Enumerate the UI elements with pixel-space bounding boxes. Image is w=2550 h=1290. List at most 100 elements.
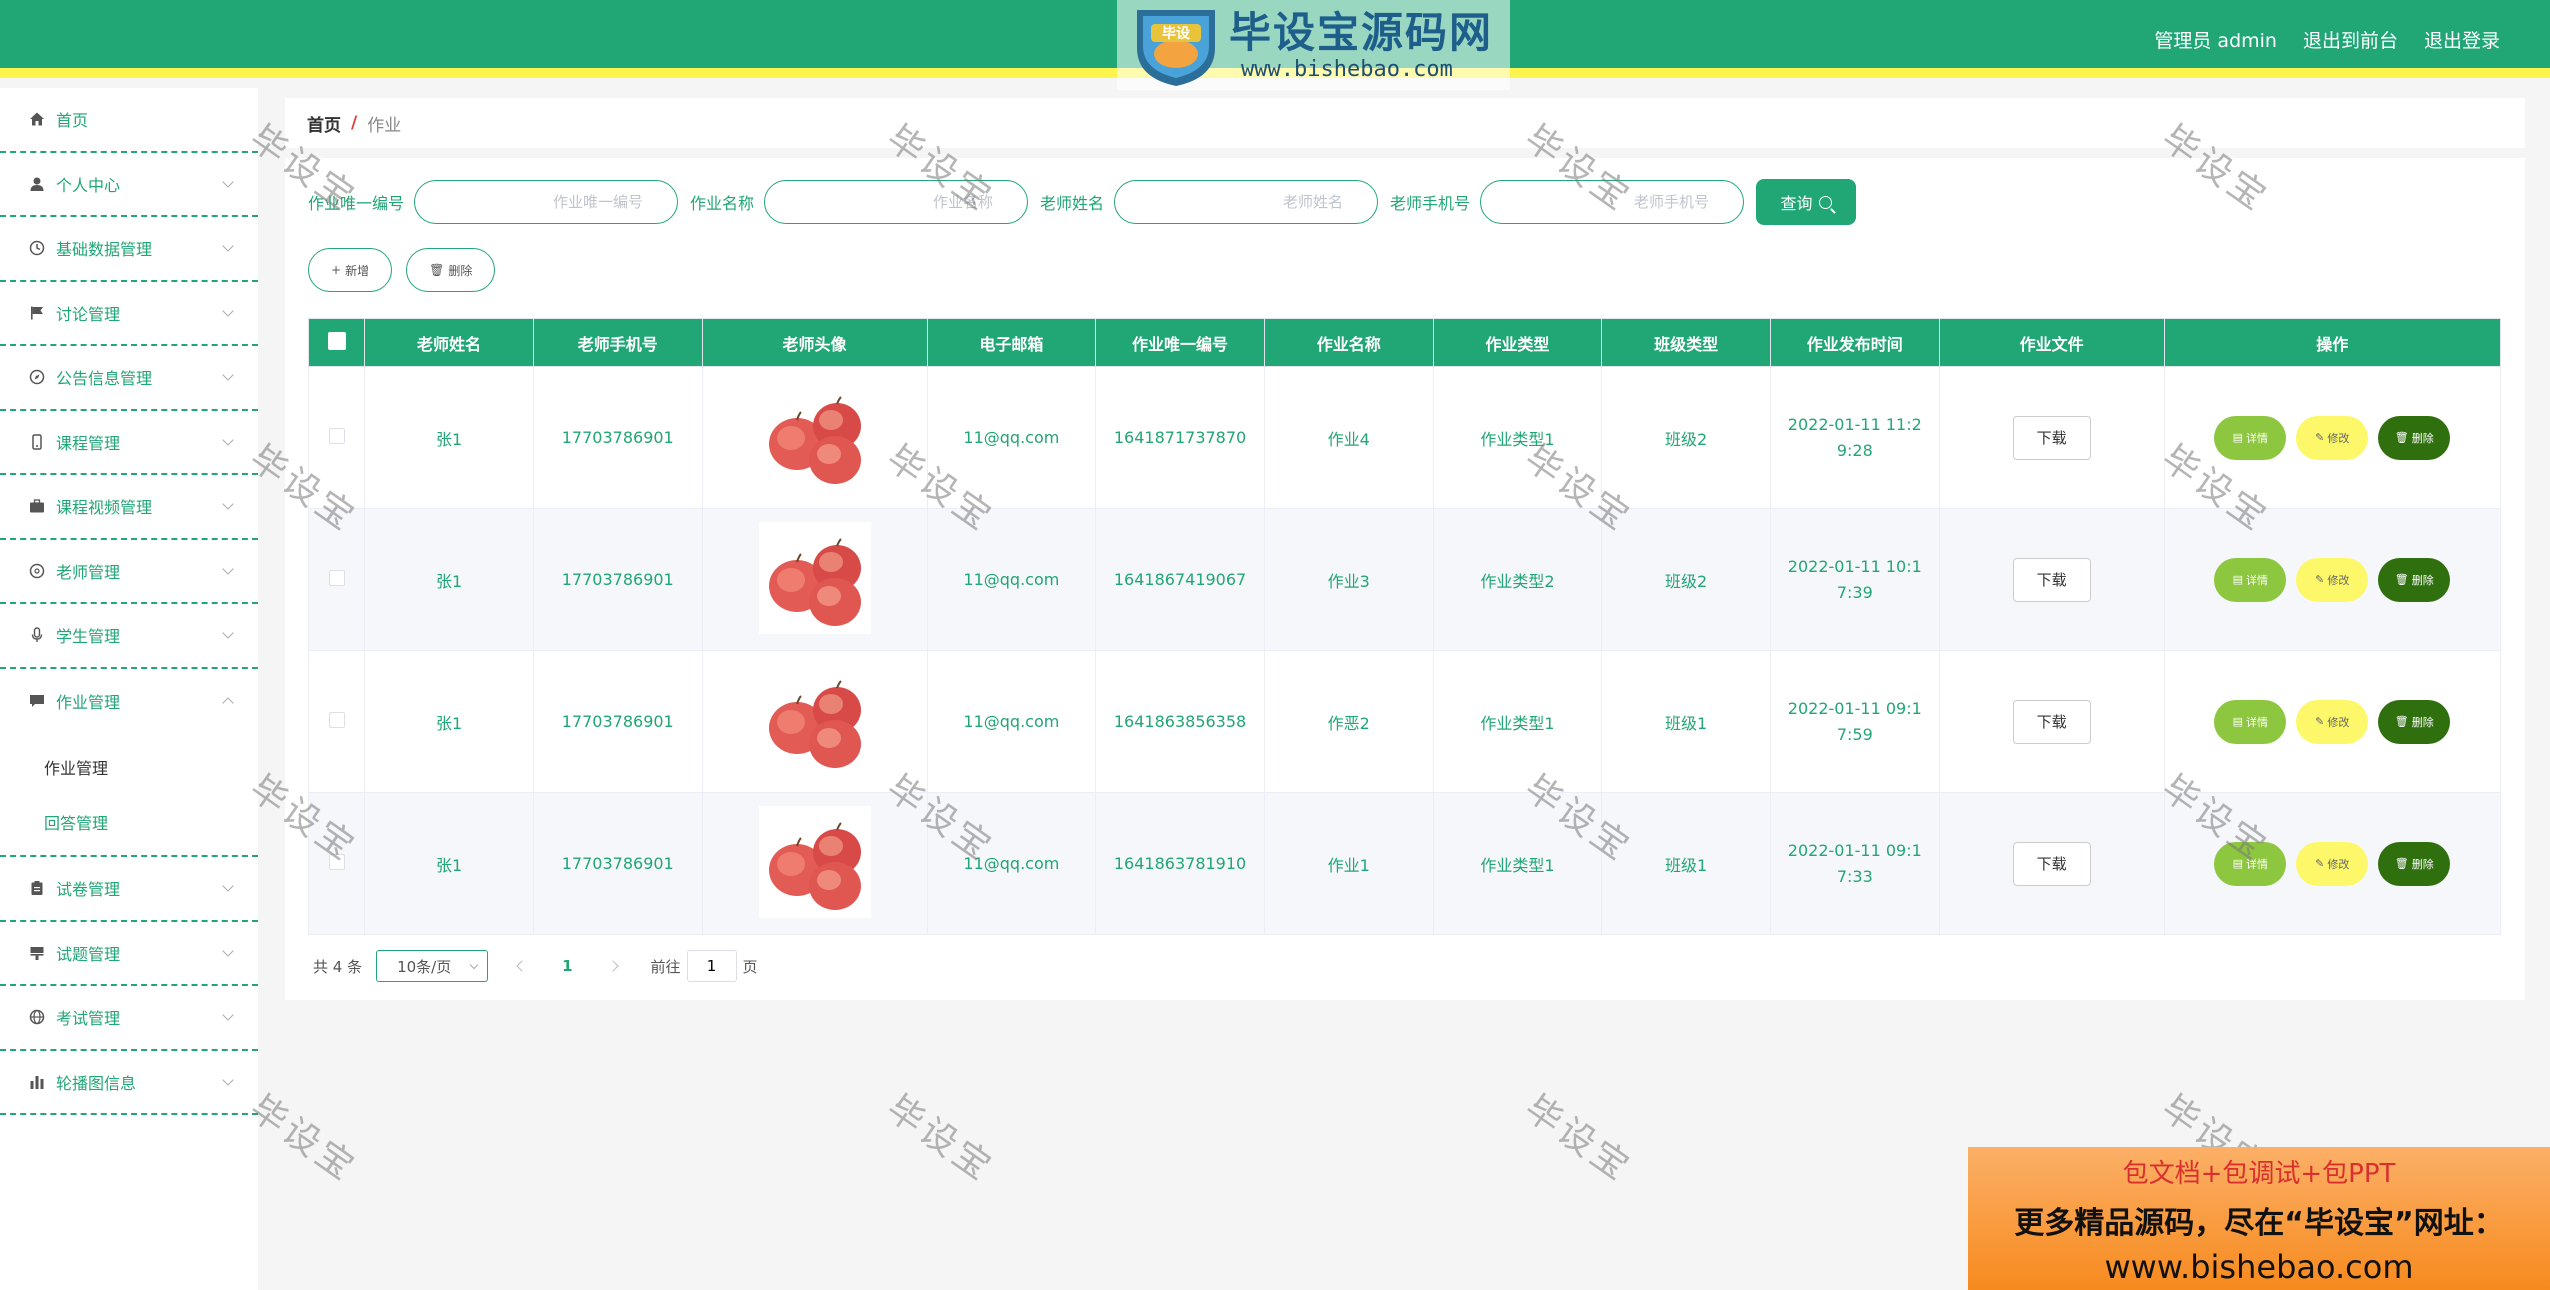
pencil-icon: ✎ (2315, 431, 2325, 444)
search-label-name: 作业名称 (690, 194, 755, 213)
sidebar-item-exam-paper[interactable]: 试卷管理 (0, 857, 258, 922)
add-button[interactable]: + 新增 (308, 248, 393, 292)
row-checkbox[interactable] (328, 711, 345, 728)
column-header: 班级类型 (1601, 318, 1771, 367)
shield-logo-icon: 毕设 (1129, 2, 1223, 88)
detail-label: 详情 (2245, 715, 2268, 729)
sidebar-item-exam[interactable]: 考试管理 (0, 986, 258, 1051)
homework-code-input[interactable] (414, 180, 679, 224)
sidebar-item-label: 老师管理 (56, 562, 121, 582)
chevron-down-icon (222, 880, 234, 892)
sidebar-item-course-video[interactable]: 课程视频管理 (0, 475, 258, 540)
clipboard-icon (28, 879, 46, 897)
pencil-icon: ✎ (2315, 573, 2325, 586)
cell-operations: ▤ 详情 ✎ 修改 🗑 删除 (2163, 508, 2502, 651)
logout-link[interactable]: 退出登录 (2424, 26, 2500, 53)
sidebar-item-label: 课程管理 (56, 433, 121, 453)
promo-banner[interactable]: 包文档+包调试+包PPT 更多精品源码，尽在“毕设宝”网址： www.bishe… (1968, 1147, 2550, 1290)
delete-row-button[interactable]: 🗑 删除 (2378, 415, 2451, 460)
delete-row-button[interactable]: 🗑 删除 (2378, 841, 2451, 886)
sidebar-item-homework[interactable]: 作业管理 (0, 669, 258, 734)
cell-homework-name: 作业4 (1263, 366, 1434, 509)
edit-button[interactable]: ✎ 修改 (2296, 415, 2369, 460)
sidebar-item-discussion[interactable]: 讨论管理 (0, 282, 258, 346)
table-row: 张1 17703786901 11@qq.com 1641863781910 作… (307, 792, 2502, 935)
teacher-phone-input[interactable] (1480, 180, 1745, 224)
select-all-checkbox[interactable] (327, 331, 346, 350)
cell-teacher-avatar (701, 508, 928, 651)
submenu-item-homework[interactable]: 作业管理 (0, 739, 258, 794)
sidebar: 首页 个人中心 基础数据管理 讨论管理 公告信息管理 课程管理 课程视频管理 老… (0, 88, 258, 1290)
search-form: 作业唯一编号 作业名称 老师姓名 老师手机号 查询 (308, 179, 1857, 225)
trash-icon: 🗑 (2394, 573, 2409, 586)
download-button[interactable]: 下载 (2012, 841, 2091, 886)
column-header: 作业名称 (1263, 318, 1434, 367)
brand-url: www.bishebao.com (1241, 57, 1453, 82)
cell-teacher-name: 张1 (364, 366, 534, 509)
cell-homework-file: 下载 (1938, 366, 2165, 509)
next-page-icon[interactable] (606, 960, 619, 972)
edit-button[interactable]: ✎ 修改 (2296, 841, 2369, 886)
row-checkbox[interactable] (328, 853, 345, 870)
cell-homework-name: 作恶2 (1263, 650, 1434, 793)
sidebar-item-carousel[interactable]: 轮播图信息 (0, 1051, 258, 1115)
page-number-current[interactable]: 1 (562, 957, 572, 975)
frontend-link[interactable]: 退出到前台 (2303, 26, 2398, 53)
prev-page-icon[interactable] (516, 960, 528, 972)
homework-submenu: 作业管理 回答管理 (0, 733, 258, 857)
row-checkbox[interactable] (328, 569, 345, 586)
download-button[interactable]: 下载 (2012, 415, 2091, 460)
breadcrumb-separator: / (351, 113, 358, 133)
goto-page-input[interactable] (686, 950, 737, 982)
trash-icon: 🗑 (2394, 431, 2409, 444)
delete-button[interactable]: 🗑 删除 (406, 248, 496, 292)
delete-row-button[interactable]: 🗑 删除 (2378, 557, 2451, 602)
sidebar-item-questions[interactable]: 试题管理 (0, 922, 258, 986)
cell-teacher-phone: 17703786901 (532, 650, 703, 793)
cell-homework-type: 作业类型1 (1432, 792, 1603, 935)
sidebar-item-student[interactable]: 学生管理 (0, 604, 258, 669)
sidebar-item-personal-center[interactable]: 个人中心 (0, 153, 258, 217)
detail-button[interactable]: ▤ 详情 (2214, 415, 2287, 460)
detail-button[interactable]: ▤ 详情 (2214, 699, 2287, 744)
pencil-icon: ✎ (2315, 857, 2325, 870)
cell-publish-time: 2022-01-11 09:17:59 (1769, 650, 1940, 793)
teacher-name-input[interactable] (1114, 180, 1379, 224)
download-button[interactable]: 下载 (2012, 557, 2091, 602)
download-button[interactable]: 下载 (2012, 699, 2091, 744)
cell-teacher-avatar (701, 366, 928, 509)
cell-homework-type: 作业类型2 (1432, 508, 1603, 651)
detail-label: 详情 (2245, 431, 2268, 445)
homework-table: 老师姓名 老师手机号 老师头像 电子邮箱 作业唯一编号 作业名称 作业类型 班级… (307, 318, 2502, 935)
detail-button[interactable]: ▤ 详情 (2214, 841, 2287, 886)
delete-row-button[interactable]: 🗑 删除 (2378, 699, 2451, 744)
sidebar-item-label: 考试管理 (56, 1009, 121, 1029)
search-button[interactable]: 查询 (1756, 179, 1857, 225)
sidebar-item-home[interactable]: 首页 (0, 88, 258, 153)
detail-button[interactable]: ▤ 详情 (2214, 557, 2287, 602)
edit-label: 修改 (2327, 431, 2350, 445)
cell-teacher-avatar (701, 792, 928, 935)
sidebar-item-basic-data[interactable]: 基础数据管理 (0, 217, 258, 282)
search-icon (1818, 195, 1832, 209)
sidebar-item-course[interactable]: 课程管理 (0, 411, 258, 475)
teacher-avatar-image (758, 805, 871, 918)
select-all-cell (307, 318, 366, 367)
submenu-item-answers[interactable]: 回答管理 (0, 794, 258, 849)
sidebar-item-notice[interactable]: 公告信息管理 (0, 346, 258, 411)
edit-label: 修改 (2327, 573, 2350, 587)
row-checkbox[interactable] (328, 427, 345, 444)
edit-button[interactable]: ✎ 修改 (2296, 557, 2369, 602)
page-size-select[interactable]: 10条/页 (376, 950, 489, 982)
pagination: 共 4 条 10条/页 1 前往 页 (313, 950, 758, 982)
homework-name-input[interactable] (764, 180, 1029, 224)
sidebar-item-label: 作业管理 (56, 692, 121, 712)
sidebar-item-teacher[interactable]: 老师管理 (0, 540, 258, 604)
cell-teacher-phone: 17703786901 (532, 508, 703, 651)
chevron-down-icon (222, 240, 234, 252)
edit-button[interactable]: ✎ 修改 (2296, 699, 2369, 744)
delete-label: 删除 (2411, 857, 2434, 871)
teacher-avatar-image (758, 521, 871, 634)
chevron-down-icon (222, 563, 234, 575)
breadcrumb-home[interactable]: 首页 (307, 111, 341, 136)
